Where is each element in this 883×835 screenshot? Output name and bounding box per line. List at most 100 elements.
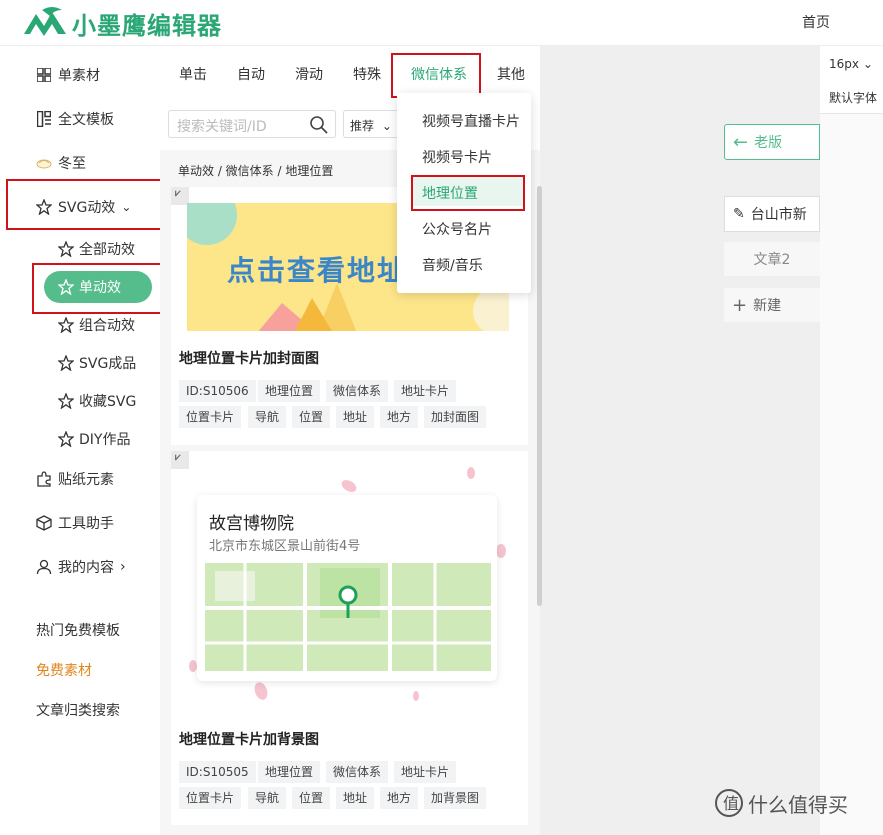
star-outline-icon bbox=[58, 241, 74, 257]
star-outline-icon bbox=[58, 393, 74, 409]
tag[interactable]: 导航 bbox=[248, 406, 287, 428]
watermark-text: 什么值得买 bbox=[748, 792, 848, 817]
plus-icon: + bbox=[732, 294, 748, 316]
sidebar-item-label: 冬至 bbox=[58, 156, 86, 172]
old-version-label: 老版 bbox=[754, 135, 783, 151]
tag[interactable]: 位置 bbox=[292, 406, 331, 428]
breadcrumb: 单动效 / 微信体系 / 地理位置 bbox=[178, 164, 334, 178]
template-icon bbox=[36, 111, 52, 127]
star-outline-icon bbox=[58, 355, 74, 371]
tag[interactable]: 地方 bbox=[380, 787, 419, 809]
tag[interactable]: ID:S10505 bbox=[179, 761, 256, 783]
svg-sub-all[interactable]: 全部动效 bbox=[58, 237, 135, 261]
top-header: 小墨鹰编辑器 首页 bbox=[0, 0, 883, 46]
menu-item-audio-music[interactable]: 音频/音乐 bbox=[422, 255, 483, 275]
tag[interactable]: 微信体系 bbox=[326, 380, 389, 402]
svg-sub-label: 收藏SVG bbox=[79, 394, 137, 410]
doc-tab-1[interactable]: ✎ 台山市新 bbox=[724, 196, 820, 232]
tag[interactable]: 地址卡片 bbox=[394, 380, 457, 402]
menu-item-account-card[interactable]: 公众号名片 bbox=[422, 219, 492, 239]
tab-other[interactable]: 其他 bbox=[497, 64, 525, 84]
location-title: 故宫博物院 bbox=[209, 514, 294, 534]
sidebar-item-label: 单素材 bbox=[58, 68, 100, 84]
tab-click[interactable]: 单击 bbox=[179, 64, 207, 84]
tag[interactable]: 地理位置 bbox=[258, 761, 321, 783]
cube-icon bbox=[36, 515, 52, 531]
tag[interactable]: 位置卡片 bbox=[179, 787, 242, 809]
sidebar-item-single-material[interactable]: 单素材 bbox=[36, 63, 100, 87]
eagle-logo-icon[interactable] bbox=[22, 4, 68, 38]
new-doc-button[interactable]: + 新建 bbox=[724, 288, 820, 322]
sidebar-item-tools[interactable]: 工具助手 bbox=[36, 511, 114, 535]
grid-icon bbox=[36, 67, 52, 83]
chevron-down-icon: ⌄ bbox=[381, 119, 392, 133]
tab-auto[interactable]: 自动 bbox=[237, 64, 265, 84]
svg-sub-label: DIY作品 bbox=[79, 432, 131, 448]
tag[interactable]: ID:S10506 bbox=[179, 380, 256, 402]
font-family-select[interactable]: 默认字体 bbox=[829, 89, 877, 106]
search-placeholder: 搜索关键词/ID bbox=[177, 119, 267, 135]
sort-select[interactable]: 推荐 ⌄ bbox=[343, 110, 399, 138]
logo-text[interactable]: 小墨鹰编辑器 bbox=[72, 6, 222, 41]
svg-sub-diy[interactable]: DIY作品 bbox=[58, 427, 130, 451]
home-link[interactable]: 首页 bbox=[802, 12, 830, 32]
svg-sub-label: 全部动效 bbox=[79, 242, 135, 258]
tag[interactable]: 加封面图 bbox=[424, 406, 487, 428]
map-drawing bbox=[205, 563, 491, 671]
tab-slide[interactable]: 滑动 bbox=[295, 64, 323, 84]
menu-item-channels-card[interactable]: 视频号卡片 bbox=[422, 147, 492, 167]
old-version-button[interactable]: ← 老版 bbox=[724, 124, 820, 160]
hot-free-templates-link[interactable]: 热门免费模板 bbox=[36, 620, 120, 640]
banner-text: 点击查看地址 bbox=[227, 254, 408, 287]
tag[interactable]: 地址 bbox=[336, 406, 375, 428]
free-materials-link[interactable]: 免费素材 bbox=[36, 660, 92, 680]
card-title[interactable]: 地理位置卡片加背景图 bbox=[179, 729, 319, 749]
chevron-right-icon: › bbox=[120, 559, 126, 575]
tag[interactable]: 加背景图 bbox=[424, 787, 487, 809]
tag[interactable]: 位置卡片 bbox=[179, 406, 242, 428]
tag[interactable]: 位置 bbox=[292, 787, 331, 809]
font-size-select[interactable]: 16px ⌄ bbox=[829, 57, 873, 71]
chevron-down-icon: ⌄ bbox=[862, 57, 873, 71]
doc-tab-2[interactable]: 文章2 bbox=[724, 242, 820, 276]
highlight-box bbox=[411, 175, 525, 211]
map-image bbox=[205, 563, 491, 671]
sidebar-item-full-template[interactable]: 全文模板 bbox=[36, 107, 114, 131]
search-icon[interactable] bbox=[309, 115, 329, 135]
search-input[interactable]: 搜索关键词/ID bbox=[168, 110, 336, 138]
star-outline-icon bbox=[58, 317, 74, 333]
tag[interactable]: 地址卡片 bbox=[394, 761, 457, 783]
sidebar-item-label: 全文模板 bbox=[58, 112, 114, 128]
sidebar-item-stickers[interactable]: 贴纸元素 bbox=[36, 467, 114, 491]
sidebar-item-label: 贴纸元素 bbox=[58, 472, 114, 488]
tag[interactable]: 地理位置 bbox=[258, 380, 321, 402]
user-icon bbox=[36, 559, 52, 575]
font-size-value: 16px bbox=[829, 57, 859, 71]
svg-sub-favorites[interactable]: 收藏SVG bbox=[58, 389, 136, 413]
dumpling-icon bbox=[36, 155, 52, 171]
highlight-box bbox=[32, 263, 168, 314]
svg-text:值: 值 bbox=[723, 794, 739, 813]
tag[interactable]: 地方 bbox=[380, 406, 419, 428]
new-doc-label: 新建 bbox=[753, 298, 782, 314]
watermark: 值 什么值得买 bbox=[714, 788, 848, 818]
location-card: 故宫博物院 北京市东城区景山前街4号 bbox=[197, 495, 497, 681]
tag[interactable]: 地址 bbox=[336, 787, 375, 809]
svg-sub-combo[interactable]: 组合动效 bbox=[58, 313, 135, 337]
card-title[interactable]: 地理位置卡片加封面图 bbox=[179, 348, 319, 368]
menu-item-channels-live-card[interactable]: 视频号直播卡片 bbox=[422, 111, 520, 131]
sidebar-item-my-content[interactable]: 我的内容 › bbox=[36, 555, 126, 579]
svg-sub-finished[interactable]: SVG成品 bbox=[58, 351, 136, 375]
highlight-box bbox=[391, 53, 481, 98]
format-panel-strip bbox=[820, 114, 883, 835]
highlight-box bbox=[6, 179, 176, 230]
sidebar-item-label: 我的内容 bbox=[58, 560, 114, 576]
edit-icon: ✎ bbox=[733, 206, 745, 222]
tag[interactable]: 微信体系 bbox=[326, 761, 389, 783]
sidebar-item-winter-solstice[interactable]: 冬至 bbox=[36, 151, 86, 175]
list-scrollbar[interactable] bbox=[537, 186, 542, 606]
tag[interactable]: 导航 bbox=[248, 787, 287, 809]
article-search-link[interactable]: 文章归类搜索 bbox=[36, 700, 120, 720]
arrow-left-icon: ← bbox=[733, 131, 749, 153]
tab-special[interactable]: 特殊 bbox=[353, 64, 381, 84]
